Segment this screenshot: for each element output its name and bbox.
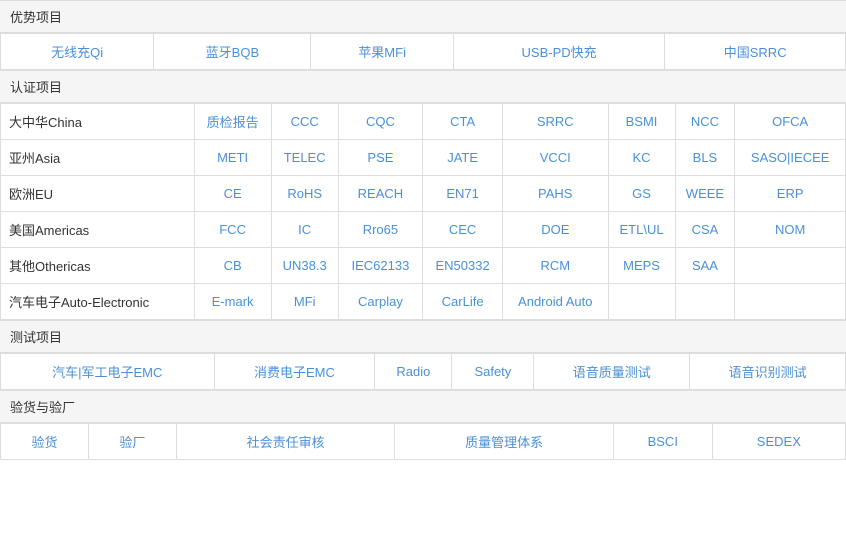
cert-other-7[interactable]: SAA bbox=[675, 248, 735, 284]
cert-eu-3[interactable]: REACH bbox=[338, 176, 422, 212]
testing-item-6[interactable]: 语音识别测试 bbox=[690, 354, 846, 390]
inspection-item-3[interactable]: 社会责任审核 bbox=[176, 424, 395, 460]
cert-other-1[interactable]: CB bbox=[194, 248, 271, 284]
cert-eu-6[interactable]: GS bbox=[608, 176, 675, 212]
cert-row-auto: 汽车电子Auto-Electronic E-mark MFi Carplay C… bbox=[1, 284, 846, 320]
cert-eu-8[interactable]: ERP bbox=[735, 176, 846, 212]
testing-item-4[interactable]: Safety bbox=[452, 354, 534, 390]
cert-row-asia: 亚州Asia METI TELEC PSE JATE VCCI KC BLS S… bbox=[1, 140, 846, 176]
cert-label-asia: 亚州Asia bbox=[1, 140, 195, 176]
inspection-item-2[interactable]: 验厂 bbox=[88, 424, 176, 460]
cert-other-5[interactable]: RCM bbox=[503, 248, 608, 284]
advantage-item-4[interactable]: USB-PD快充 bbox=[453, 34, 664, 70]
cert-china-8[interactable]: OFCA bbox=[735, 104, 846, 140]
cert-americas-4[interactable]: CEC bbox=[423, 212, 503, 248]
cert-eu-1[interactable]: CE bbox=[194, 176, 271, 212]
advantage-item-1[interactable]: 无线充Qi bbox=[1, 34, 154, 70]
cert-other-8 bbox=[735, 248, 846, 284]
inspection-item-1[interactable]: 验货 bbox=[1, 424, 89, 460]
inspection-section: 验货与验厂 验货 验厂 社会责任审核 质量管理体系 BSCI SEDEX bbox=[0, 390, 846, 460]
cert-americas-8[interactable]: NOM bbox=[735, 212, 846, 248]
cert-auto-6 bbox=[608, 284, 675, 320]
testing-item-5[interactable]: 语音质量测试 bbox=[534, 354, 690, 390]
cert-auto-7 bbox=[675, 284, 735, 320]
cert-row-other: 其他Othericas CB UN38.3 IEC62133 EN50332 R… bbox=[1, 248, 846, 284]
advantage-title: 优势项目 bbox=[0, 0, 846, 33]
cert-asia-1[interactable]: METI bbox=[194, 140, 271, 176]
cert-asia-8[interactable]: SASO|IECEE bbox=[735, 140, 846, 176]
inspection-item-6[interactable]: SEDEX bbox=[712, 424, 845, 460]
cert-china-5[interactable]: SRRC bbox=[503, 104, 608, 140]
cert-eu-2[interactable]: RoHS bbox=[271, 176, 338, 212]
cert-other-2[interactable]: UN38.3 bbox=[271, 248, 338, 284]
testing-item-3[interactable]: Radio bbox=[375, 354, 452, 390]
cert-row-china: 大中华China 质检报告 CCC CQC CTA SRRC BSMI NCC … bbox=[1, 104, 846, 140]
certification-table: 大中华China 质检报告 CCC CQC CTA SRRC BSMI NCC … bbox=[0, 103, 846, 320]
cert-china-2[interactable]: CCC bbox=[271, 104, 338, 140]
cert-label-china: 大中华China bbox=[1, 104, 195, 140]
advantage-row: 无线充Qi 蓝牙BQB 苹果MFi USB-PD快充 中国SRRC bbox=[1, 34, 846, 70]
cert-asia-6[interactable]: KC bbox=[608, 140, 675, 176]
cert-row-eu: 欧洲EU CE RoHS REACH EN71 PAHS GS WEEE ERP bbox=[1, 176, 846, 212]
testing-title: 测试项目 bbox=[0, 320, 846, 353]
testing-item-1[interactable]: 汽车|军工电子EMC bbox=[1, 354, 215, 390]
cert-china-3[interactable]: CQC bbox=[338, 104, 422, 140]
cert-americas-7[interactable]: CSA bbox=[675, 212, 735, 248]
advantage-item-3[interactable]: 苹果MFi bbox=[311, 34, 453, 70]
cert-asia-4[interactable]: JATE bbox=[423, 140, 503, 176]
inspection-table: 验货 验厂 社会责任审核 质量管理体系 BSCI SEDEX bbox=[0, 423, 846, 460]
testing-row: 汽车|军工电子EMC 消费电子EMC Radio Safety 语音质量测试 语… bbox=[1, 354, 846, 390]
cert-auto-2[interactable]: MFi bbox=[271, 284, 338, 320]
cert-auto-5[interactable]: Android Auto bbox=[503, 284, 608, 320]
cert-asia-5[interactable]: VCCI bbox=[503, 140, 608, 176]
cert-auto-8 bbox=[735, 284, 846, 320]
cert-label-eu: 欧洲EU bbox=[1, 176, 195, 212]
advantage-item-2[interactable]: 蓝牙BQB bbox=[154, 34, 311, 70]
inspection-item-4[interactable]: 质量管理体系 bbox=[395, 424, 614, 460]
cert-china-6[interactable]: BSMI bbox=[608, 104, 675, 140]
testing-section: 测试项目 汽车|军工电子EMC 消费电子EMC Radio Safety 语音质… bbox=[0, 320, 846, 390]
cert-asia-7[interactable]: BLS bbox=[675, 140, 735, 176]
cert-label-americas: 美国Americas bbox=[1, 212, 195, 248]
cert-row-americas: 美国Americas FCC IC Rro65 CEC DOE ETL\UL C… bbox=[1, 212, 846, 248]
cert-china-4[interactable]: CTA bbox=[423, 104, 503, 140]
cert-americas-5[interactable]: DOE bbox=[503, 212, 608, 248]
cert-auto-1[interactable]: E-mark bbox=[194, 284, 271, 320]
cert-label-auto: 汽车电子Auto-Electronic bbox=[1, 284, 195, 320]
cert-asia-3[interactable]: PSE bbox=[338, 140, 422, 176]
cert-americas-2[interactable]: IC bbox=[271, 212, 338, 248]
cert-asia-2[interactable]: TELEC bbox=[271, 140, 338, 176]
advantage-section: 优势项目 无线充Qi 蓝牙BQB 苹果MFi USB-PD快充 中国SRRC bbox=[0, 0, 846, 70]
cert-eu-4[interactable]: EN71 bbox=[423, 176, 503, 212]
testing-item-2[interactable]: 消费电子EMC bbox=[214, 354, 375, 390]
cert-china-1[interactable]: 质检报告 bbox=[194, 104, 271, 140]
cert-label-other: 其他Othericas bbox=[1, 248, 195, 284]
cert-other-4[interactable]: EN50332 bbox=[423, 248, 503, 284]
cert-americas-3[interactable]: Rro65 bbox=[338, 212, 422, 248]
cert-china-7[interactable]: NCC bbox=[675, 104, 735, 140]
testing-table: 汽车|军工电子EMC 消费电子EMC Radio Safety 语音质量测试 语… bbox=[0, 353, 846, 390]
cert-other-6[interactable]: MEPS bbox=[608, 248, 675, 284]
cert-auto-4[interactable]: CarLife bbox=[423, 284, 503, 320]
inspection-item-5[interactable]: BSCI bbox=[613, 424, 712, 460]
cert-americas-1[interactable]: FCC bbox=[194, 212, 271, 248]
cert-other-3[interactable]: IEC62133 bbox=[338, 248, 422, 284]
cert-eu-7[interactable]: WEEE bbox=[675, 176, 735, 212]
certification-title: 认证项目 bbox=[0, 70, 846, 103]
cert-americas-6[interactable]: ETL\UL bbox=[608, 212, 675, 248]
advantage-item-5[interactable]: 中国SRRC bbox=[665, 34, 846, 70]
cert-eu-5[interactable]: PAHS bbox=[503, 176, 608, 212]
inspection-title: 验货与验厂 bbox=[0, 390, 846, 423]
advantage-table: 无线充Qi 蓝牙BQB 苹果MFi USB-PD快充 中国SRRC bbox=[0, 33, 846, 70]
certification-section: 认证项目 大中华China 质检报告 CCC CQC CTA SRRC BSMI… bbox=[0, 70, 846, 320]
cert-auto-3[interactable]: Carplay bbox=[338, 284, 422, 320]
inspection-row: 验货 验厂 社会责任审核 质量管理体系 BSCI SEDEX bbox=[1, 424, 846, 460]
